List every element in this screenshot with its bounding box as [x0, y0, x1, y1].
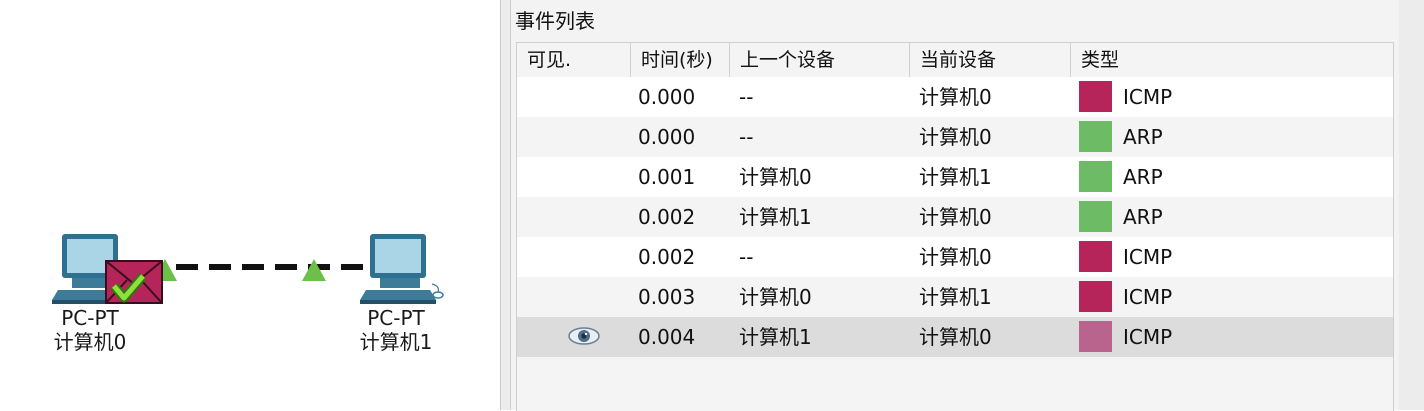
- cell-type: ICMP: [1123, 285, 1173, 309]
- cell-at-device: 计算机1: [919, 165, 992, 189]
- column-header-visible[interactable]: 可见.: [517, 43, 630, 77]
- table-row[interactable]: 0.001 计算机0 计算机1 ARP: [517, 157, 1393, 197]
- pdu-color-swatch[interactable]: [1079, 281, 1112, 312]
- cell-last-device: --: [739, 125, 754, 149]
- device-type-label: PC-PT: [367, 306, 425, 330]
- cell-time: 0.000: [638, 125, 696, 149]
- cell-visible[interactable]: [517, 117, 630, 157]
- pc-icon: [360, 234, 444, 304]
- cell-time: 0.001: [638, 165, 696, 189]
- pdu-color-swatch[interactable]: [1079, 201, 1112, 232]
- cell-time: 0.000: [638, 85, 696, 109]
- table-row-empty: [517, 357, 1393, 411]
- cell-visible[interactable]: [517, 77, 630, 117]
- device-pc1[interactable]: PC-PT 计算机1: [336, 232, 456, 354]
- table-row[interactable]: 0.004 计算机1 计算机0 ICMP: [517, 317, 1393, 357]
- pdu-envelope-icon[interactable]: [105, 260, 163, 304]
- pdu-color-swatch[interactable]: [1079, 81, 1112, 112]
- cell-last-device: 计算机0: [739, 285, 812, 309]
- table-header: 可见. 时间(秒) 上一个设备 当前设备 类型: [517, 43, 1393, 78]
- column-header-last-device[interactable]: 上一个设备: [729, 43, 909, 77]
- cell-visible[interactable]: [517, 237, 630, 277]
- cell-type: ICMP: [1123, 245, 1173, 269]
- cell-visible[interactable]: [517, 317, 630, 357]
- cell-last-device: 计算机1: [739, 205, 812, 229]
- cell-at-device: 计算机0: [919, 205, 992, 229]
- cell-last-device: --: [739, 85, 754, 109]
- cell-visible[interactable]: [517, 197, 630, 237]
- cell-time: 0.004: [638, 325, 696, 349]
- cell-at-device: 计算机0: [919, 325, 992, 349]
- column-header-at-device[interactable]: 当前设备: [909, 43, 1070, 77]
- cell-last-device: 计算机0: [739, 165, 812, 189]
- cell-at-device: 计算机0: [919, 85, 992, 109]
- eye-icon[interactable]: [567, 324, 601, 348]
- cell-at-device: 计算机1: [919, 285, 992, 309]
- cell-type: ICMP: [1123, 85, 1173, 109]
- cell-type: ICMP: [1123, 325, 1173, 349]
- cell-type: ARP: [1123, 125, 1163, 149]
- cell-last-device: 计算机1: [739, 325, 812, 349]
- cell-last-device: --: [739, 245, 754, 269]
- cell-visible[interactable]: [517, 157, 630, 197]
- table-row[interactable]: 0.003 计算机0 计算机1 ICMP: [517, 277, 1393, 317]
- table-row[interactable]: 0.000 -- 计算机0 ARP: [517, 117, 1393, 157]
- cell-visible[interactable]: [517, 277, 630, 317]
- device-type-label: PC-PT: [61, 306, 119, 330]
- event-table[interactable]: 可见. 时间(秒) 上一个设备 当前设备 类型 0.000 -- 计算机0 ICMP 0…: [516, 42, 1394, 411]
- pdu-color-swatch[interactable]: [1079, 121, 1112, 152]
- panel-side-strip: [1399, 0, 1419, 410]
- cell-time: 0.002: [638, 245, 696, 269]
- device-name-label: 计算机1: [359, 330, 433, 354]
- table-row[interactable]: 0.002 -- 计算机0 ICMP: [517, 237, 1393, 277]
- column-header-time[interactable]: 时间(秒): [630, 43, 729, 77]
- table-row[interactable]: 0.000 -- 计算机0 ICMP: [517, 77, 1393, 117]
- cell-time: 0.003: [638, 285, 696, 309]
- pdu-color-swatch[interactable]: [1079, 161, 1112, 192]
- table-row[interactable]: 0.002 计算机1 计算机0 ARP: [517, 197, 1393, 237]
- event-list-frame: 事件列表 可见. 时间(秒) 上一个设备 当前设备 类型 0.000 -- 计算机0…: [510, 0, 1400, 411]
- cell-time: 0.002: [638, 205, 696, 229]
- cell-at-device: 计算机0: [919, 125, 992, 149]
- topology-canvas[interactable]: PC-PT 计算机0 PC-PT 计算机1: [0, 0, 500, 410]
- event-list-panel: 事件列表 可见. 时间(秒) 上一个设备 当前设备 类型 0.000 -- 计算机0…: [500, 0, 1424, 411]
- device-name-label: 计算机0: [53, 330, 127, 354]
- cell-at-device: 计算机0: [919, 245, 992, 269]
- cell-type: ARP: [1123, 165, 1163, 189]
- link-status-indicator: [302, 259, 326, 281]
- panel-title: 事件列表: [515, 9, 595, 33]
- cell-type: ARP: [1123, 205, 1163, 229]
- pdu-color-swatch[interactable]: [1079, 321, 1112, 352]
- pdu-color-swatch[interactable]: [1079, 241, 1112, 272]
- column-header-type[interactable]: 类型: [1070, 43, 1390, 77]
